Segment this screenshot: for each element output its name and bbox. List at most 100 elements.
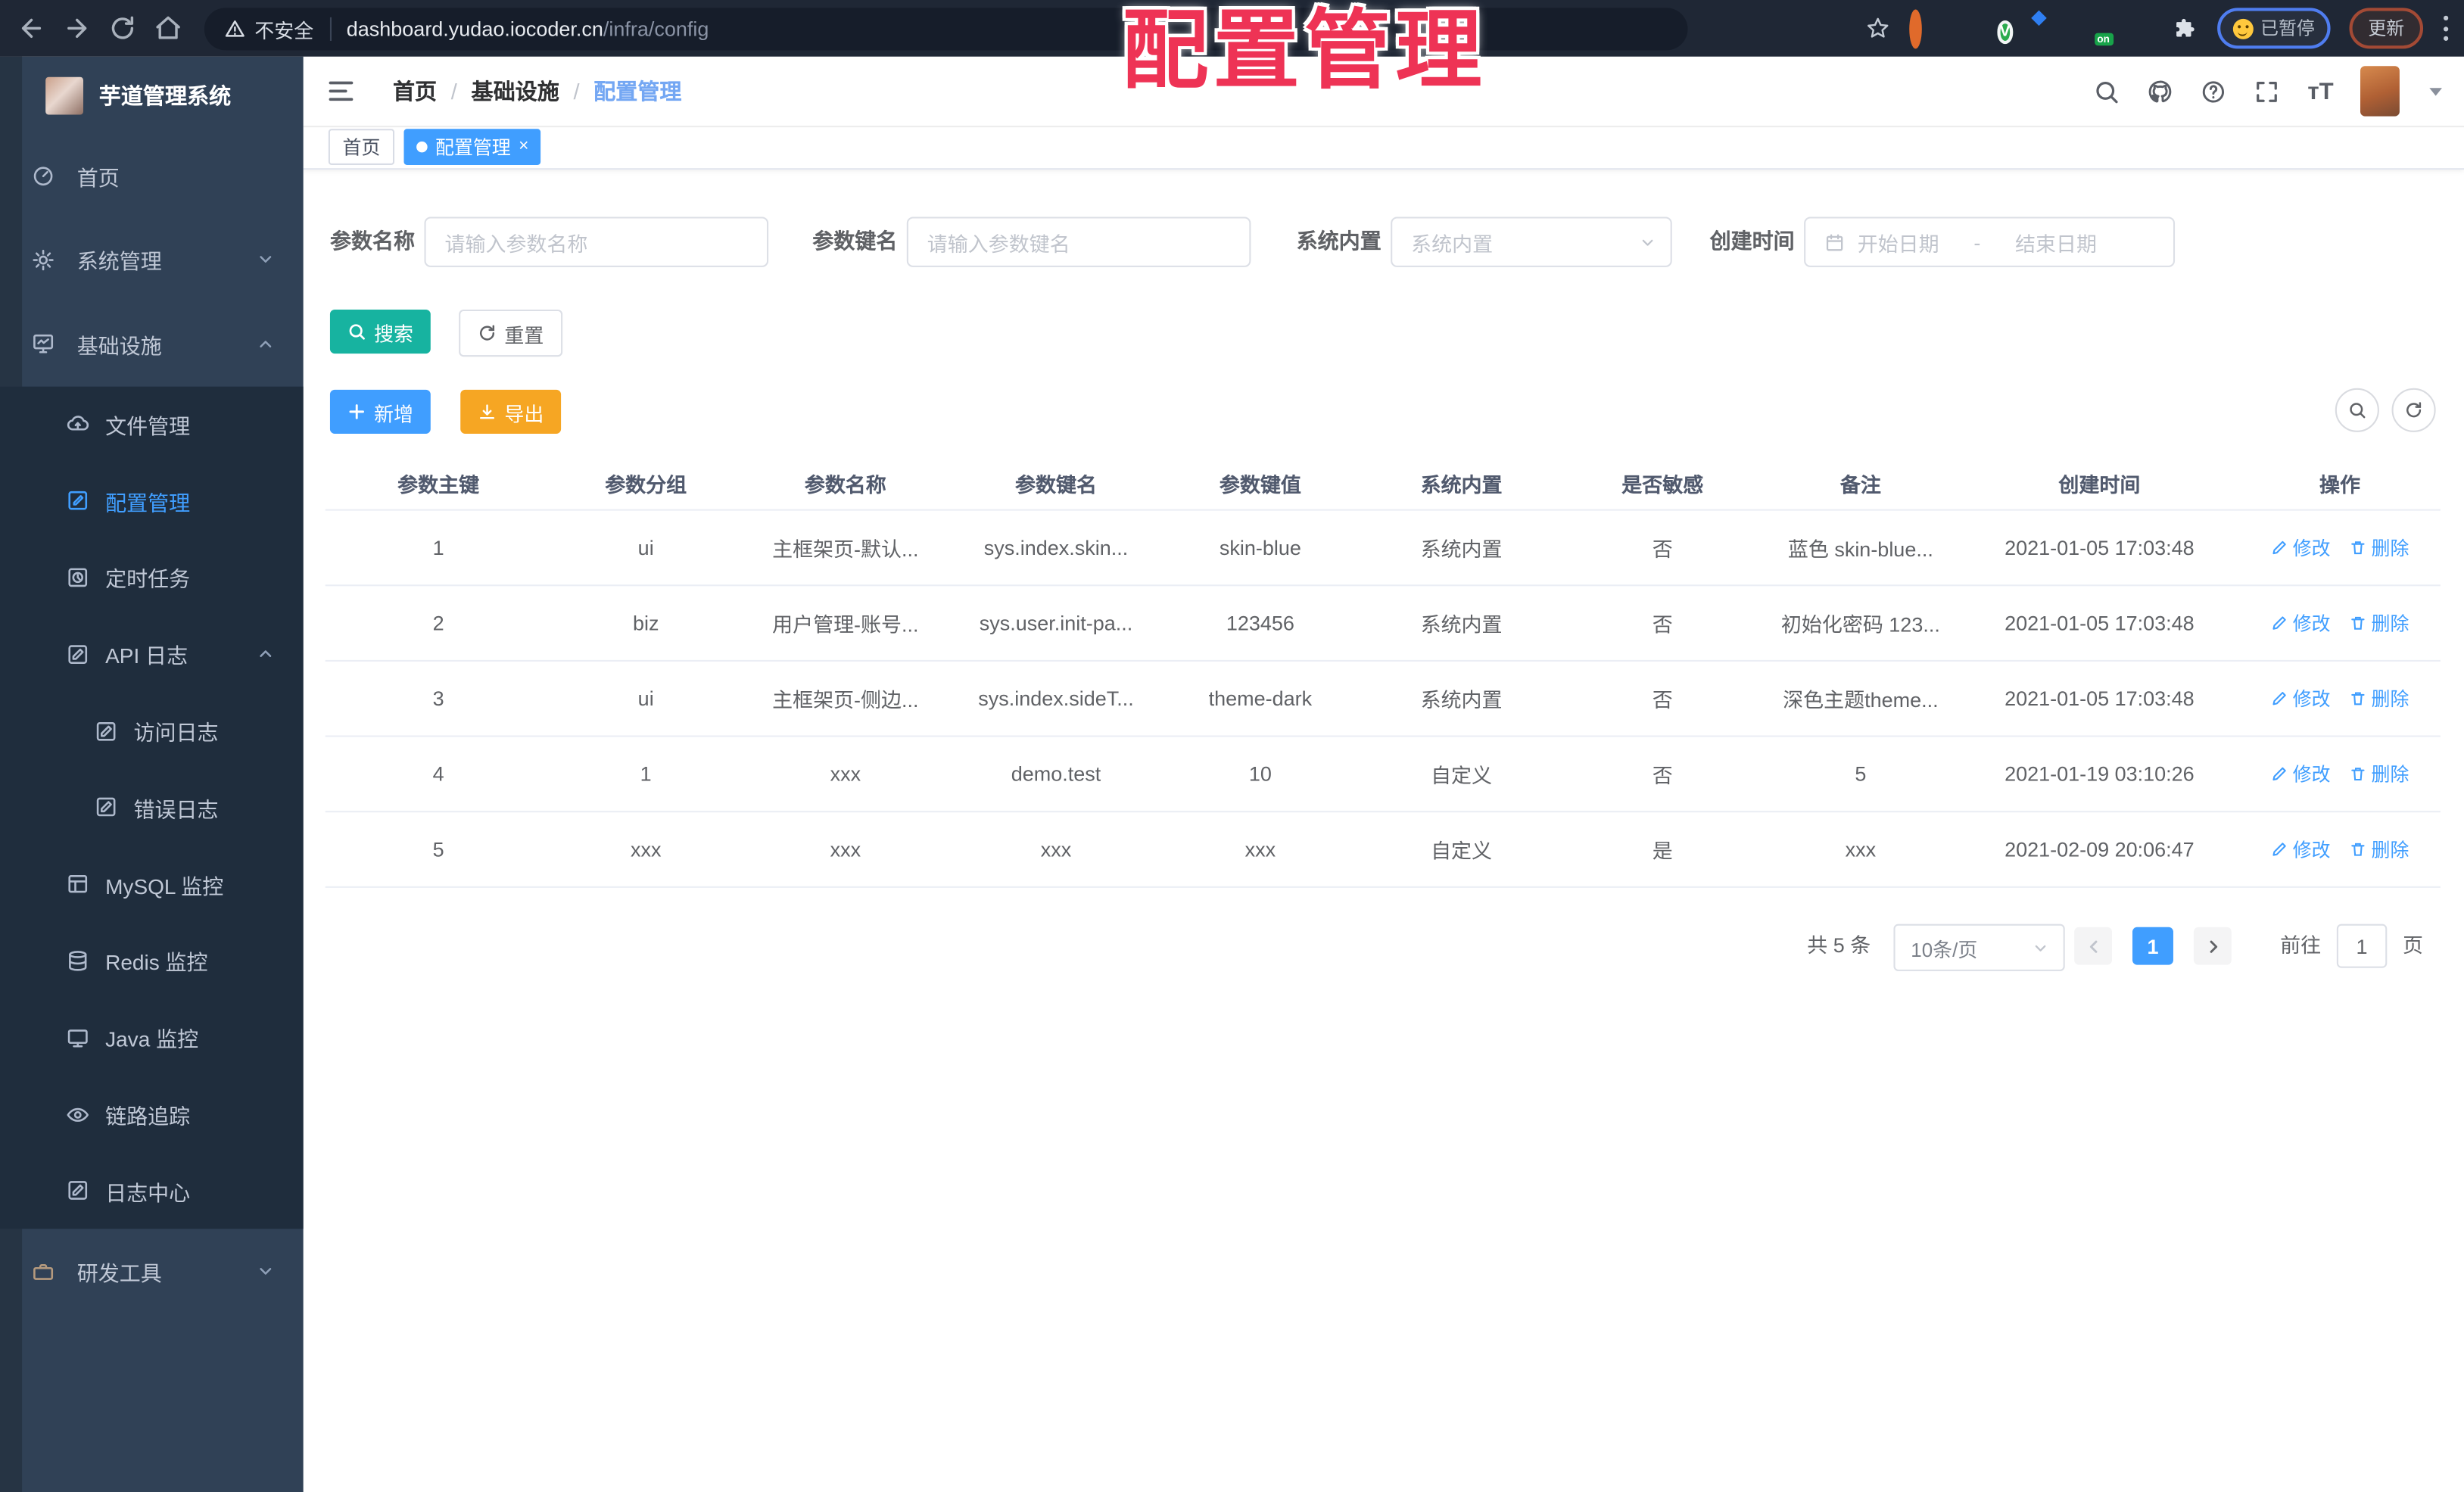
- edit-link[interactable]: 修改: [2271, 534, 2331, 561]
- cell: sys.user.init-pa...: [979, 611, 1133, 635]
- sidebar-item-job[interactable]: 定时任务: [0, 539, 304, 615]
- current-page-button[interactable]: 1: [2132, 927, 2173, 965]
- trash-icon: [2351, 692, 2365, 706]
- cell: 否: [1652, 537, 1673, 562]
- param-key-input[interactable]: 请输入参数键名: [906, 216, 1251, 267]
- browser-update-button[interactable]: 更新: [2349, 8, 2424, 49]
- table-row: 5 xxx xxx xxx xxx 自定义 是 xxx 2021-02-09 2…: [325, 812, 2441, 888]
- reload-icon[interactable]: [108, 14, 136, 42]
- chevron-down-icon: [260, 1268, 272, 1275]
- extension-duo-icon[interactable]: [2041, 16, 2066, 41]
- sidebar-item-file-manage[interactable]: 文件管理: [0, 386, 304, 463]
- refresh-table-button[interactable]: [2391, 388, 2436, 432]
- search-icon[interactable]: [2094, 78, 2120, 104]
- prev-page-button[interactable]: [2074, 927, 2113, 965]
- next-page-button[interactable]: [2193, 927, 2232, 965]
- start-date-placeholder[interactable]: 开始日期: [1858, 227, 1939, 257]
- plus-icon: [349, 404, 364, 419]
- sidebar-item-redis[interactable]: Redis 监控: [0, 923, 304, 999]
- extension-ring-icon[interactable]: [1908, 9, 1933, 49]
- fullscreen-icon[interactable]: [2254, 78, 2281, 104]
- sidebar-item-system[interactable]: 系统管理: [0, 218, 304, 302]
- system-type-select[interactable]: 系统内置: [1391, 216, 1672, 267]
- sidebar-item-log-center[interactable]: 日志中心: [0, 1153, 304, 1229]
- browser-menu-icon[interactable]: [2442, 15, 2448, 41]
- pencil-icon: [2272, 692, 2286, 706]
- font-size-icon[interactable]: тT: [2307, 78, 2333, 104]
- bookmark-star-icon[interactable]: [1864, 16, 1889, 41]
- tag-home[interactable]: 首页: [328, 129, 395, 165]
- sidebar-item-infra[interactable]: 基础设施: [0, 302, 304, 386]
- cell: 2021-01-05 17:03:48: [2005, 687, 2195, 711]
- sidebar-item-label: 链路追踪: [105, 1104, 191, 1129]
- tag-close-icon[interactable]: ×: [519, 138, 528, 156]
- pencil-icon: [2272, 843, 2286, 856]
- home-icon[interactable]: [154, 14, 182, 42]
- user-menu-caret-icon[interactable]: [2429, 87, 2442, 95]
- forward-icon[interactable]: [63, 14, 91, 42]
- param-name-input[interactable]: 请输入参数名称: [424, 216, 769, 267]
- delete-link[interactable]: 删除: [2349, 609, 2409, 636]
- tag-config-active[interactable]: 配置管理 ×: [403, 129, 542, 165]
- extension-on-icon[interactable]: on: [2085, 16, 2114, 46]
- sidebar-item-label: 研发工具: [76, 1261, 162, 1286]
- delete-link[interactable]: 删除: [2349, 685, 2409, 712]
- sidebar-item-config-manage[interactable]: 配置管理: [0, 463, 304, 539]
- paused-extension-pill[interactable]: 已暂停: [2216, 8, 2331, 49]
- app-logo-row[interactable]: 芋道管理系统: [0, 57, 304, 134]
- sidebar-item-mysql[interactable]: MySQL 监控: [0, 846, 304, 922]
- end-date-placeholder[interactable]: 结束日期: [2015, 227, 2097, 257]
- sidebar-item-error-log[interactable]: 错误日志: [0, 769, 304, 846]
- goto-page-input[interactable]: [2336, 924, 2388, 968]
- cell: 1: [432, 535, 444, 560]
- help-icon[interactable]: [2201, 78, 2227, 104]
- table-row: 1 ui 主框架页-默认... sys.index.skin... skin-b…: [325, 511, 2441, 587]
- edit-link[interactable]: 修改: [2271, 609, 2331, 636]
- edit-link[interactable]: 修改: [2271, 761, 2331, 787]
- page-size-select[interactable]: 10条/页: [1893, 924, 2065, 971]
- search-button[interactable]: 搜索: [329, 309, 431, 354]
- add-button[interactable]: 新增: [329, 389, 431, 434]
- delete-label: 删除: [2371, 537, 2409, 560]
- user-avatar[interactable]: [2360, 66, 2400, 117]
- back-icon[interactable]: [17, 14, 45, 42]
- cell: 蓝色 skin-blue...: [1787, 537, 1933, 562]
- cell: theme-dark: [1208, 687, 1313, 711]
- sidebar-item-trace[interactable]: 链路追踪: [0, 1076, 304, 1152]
- github-icon[interactable]: [2148, 78, 2174, 104]
- cell: xxx: [830, 837, 861, 861]
- col-header: 参数键名: [1014, 472, 1097, 497]
- toggle-search-button[interactable]: [2335, 388, 2379, 432]
- extension-pin-icon[interactable]: [1952, 16, 1977, 41]
- extension-leaf-icon[interactable]: [2129, 16, 2154, 41]
- sidebar-item-dev-tools[interactable]: 研发工具: [0, 1229, 304, 1313]
- chevron-right-icon: [2209, 939, 2217, 952]
- delete-link[interactable]: 删除: [2349, 534, 2409, 561]
- sidebar-item-home[interactable]: 首页: [0, 133, 304, 217]
- breadcrumb-infra[interactable]: 基础设施: [472, 76, 559, 107]
- sidebar-item-api-log[interactable]: API 日志: [0, 616, 304, 693]
- edit-link[interactable]: 修改: [2271, 836, 2331, 862]
- delete-link[interactable]: 删除: [2349, 761, 2409, 787]
- main-content: 参数名称 请输入参数名称 参数键名 请输入参数键名 系统内置 系统内置 创建时间…: [303, 168, 2464, 1492]
- delete-link[interactable]: 删除: [2349, 836, 2409, 862]
- sidebar-item-access-log[interactable]: 访问日志: [0, 693, 304, 769]
- dashboard-icon: [33, 167, 53, 186]
- url-host[interactable]: dashboard.yudao.iocoder.cn: [347, 17, 603, 40]
- breadcrumb-home[interactable]: 首页: [393, 76, 437, 107]
- chevron-up-icon: [260, 650, 272, 658]
- sidebar-item-java[interactable]: Java 监控: [0, 999, 304, 1076]
- url-path[interactable]: /infra/config: [603, 17, 709, 40]
- security-label[interactable]: 不安全: [254, 14, 313, 43]
- reset-button[interactable]: 重置: [459, 309, 563, 357]
- timer-icon: [68, 568, 88, 587]
- extension-check-icon[interactable]: V: [1996, 16, 2021, 45]
- extensions-puzzle-icon[interactable]: [2173, 16, 2198, 41]
- export-button[interactable]: 导出: [460, 389, 562, 434]
- hamburger-icon[interactable]: [327, 77, 355, 105]
- date-range-picker[interactable]: 开始日期 - 结束日期: [1804, 216, 2176, 267]
- paused-label: 已暂停: [2260, 20, 2315, 39]
- cell: skin-blue: [1219, 535, 1301, 560]
- page-unit-label: 页: [2403, 933, 2424, 958]
- edit-link[interactable]: 修改: [2271, 685, 2331, 712]
